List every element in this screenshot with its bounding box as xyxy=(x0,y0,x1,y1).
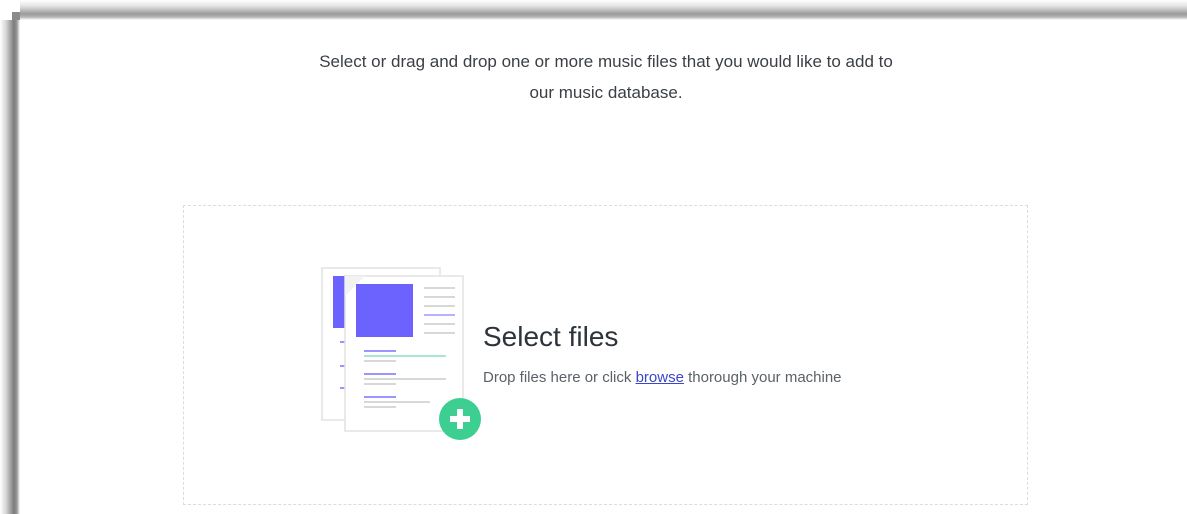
window-shadow-top xyxy=(0,0,1187,20)
upload-page: Select or drag and drop one or more musi… xyxy=(0,0,1187,514)
intro-text: Select or drag and drop one or more musi… xyxy=(250,46,962,108)
dropzone-title: Select files xyxy=(483,321,619,352)
hint-prefix: Drop files here or click xyxy=(483,369,636,386)
documents-add-icon[interactable] xyxy=(320,262,485,442)
hint-suffix: thorough your machine xyxy=(683,369,842,386)
intro-line-1: Select or drag and drop one or more musi… xyxy=(319,52,893,71)
plus-icon xyxy=(439,398,481,440)
browse-link[interactable]: browse xyxy=(636,369,684,386)
window-shadow-left xyxy=(0,0,20,514)
window-shadow-corner xyxy=(0,0,20,20)
documents-illustration-svg xyxy=(321,267,481,440)
dropzone-text: Select files Drop files here or click br… xyxy=(483,318,842,388)
dropzone-hint: Drop files here or click browse thorough… xyxy=(483,368,842,388)
intro-line-2: our music database. xyxy=(529,83,683,102)
